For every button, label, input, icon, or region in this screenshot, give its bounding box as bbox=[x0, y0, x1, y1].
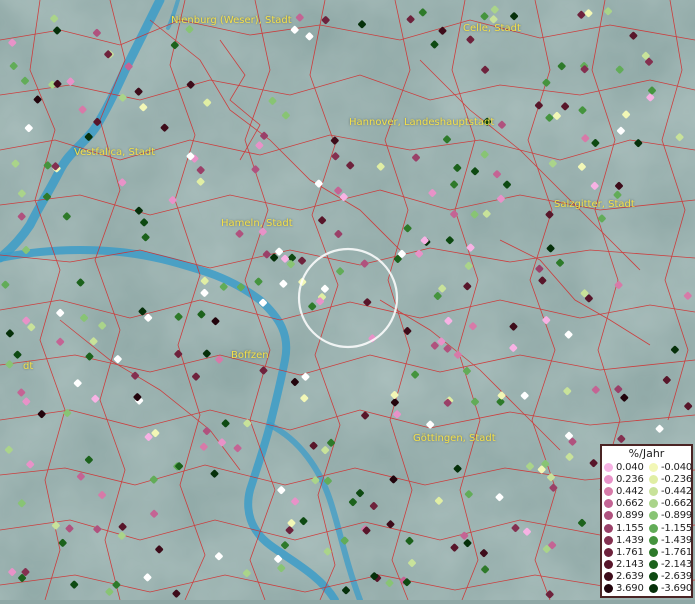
legend-entry: 1.761 bbox=[602, 547, 645, 558]
legend-entry: 0.442 bbox=[602, 486, 645, 497]
legend-value: 2.143 bbox=[616, 559, 644, 571]
legend-entry: -0.236 bbox=[647, 473, 693, 485]
legend-swatch bbox=[649, 572, 658, 582]
legend-entry: -3.690 bbox=[647, 583, 693, 595]
legend-swatch bbox=[649, 486, 658, 496]
legend-value: 2.639 bbox=[616, 571, 644, 583]
legend-row: 3.690 -3.690 bbox=[602, 583, 693, 595]
legend-swatch bbox=[604, 560, 613, 570]
legend-entry: -1.155 bbox=[647, 522, 693, 534]
city-label: Salzgitter, Stadt bbox=[554, 199, 635, 210]
legend-value: 0.662 bbox=[616, 498, 644, 510]
legend-row: 0.236 -0.236 bbox=[602, 473, 693, 485]
legend-value: -1.155 bbox=[661, 522, 693, 534]
legend-entry: 0.899 bbox=[602, 510, 645, 521]
legend-swatch bbox=[604, 511, 613, 521]
legend-swatch bbox=[649, 462, 658, 472]
legend-value: -1.439 bbox=[661, 534, 693, 546]
legend-value: 0.040 bbox=[616, 461, 644, 473]
legend-value: 1.761 bbox=[616, 546, 644, 558]
legend-entry: -1.761 bbox=[647, 546, 693, 558]
legend-title: %/Jahr bbox=[628, 447, 665, 460]
legend-row: 0.442 -0.442 bbox=[602, 485, 693, 497]
legend-entry: -0.442 bbox=[647, 485, 693, 497]
legend-swatch bbox=[604, 547, 613, 557]
legend-swatch bbox=[604, 523, 613, 533]
legend-entry: -2.143 bbox=[647, 559, 693, 571]
legend-row: 1.155 -1.155 bbox=[602, 522, 693, 534]
legend-swatch bbox=[604, 474, 613, 484]
legend-row: 2.639 -2.639 bbox=[602, 571, 693, 583]
legend-swatch bbox=[649, 535, 658, 545]
legend-entry: 0.236 bbox=[602, 474, 645, 485]
legend-entry: 3.690 bbox=[602, 583, 645, 594]
legend-value: -0.236 bbox=[661, 473, 693, 485]
legend-row: 0.040 -0.040 bbox=[602, 461, 693, 473]
legend-value: -3.690 bbox=[661, 583, 693, 595]
legend-swatch bbox=[649, 523, 658, 533]
city-label: Göttingen, Stadt bbox=[413, 433, 496, 444]
map-canvas[interactable]: Nienburg (Weser), Stadt Celle, Stadt Hanno… bbox=[0, 0, 695, 604]
legend-entry: 1.155 bbox=[602, 523, 645, 534]
legend-entry: 2.143 bbox=[602, 559, 645, 570]
city-label: Boffzen bbox=[231, 350, 269, 361]
legend-swatch bbox=[604, 535, 613, 545]
legend-value: 0.236 bbox=[616, 473, 644, 485]
legend-swatch bbox=[604, 499, 613, 509]
legend-swatch bbox=[649, 584, 658, 594]
legend-swatch bbox=[649, 511, 658, 521]
legend-row: 1.761 -1.761 bbox=[602, 546, 693, 558]
legend-value: -1.761 bbox=[661, 546, 693, 558]
legend-value: 3.690 bbox=[616, 583, 644, 595]
city-label: Nienburg (Weser), Stadt bbox=[171, 15, 292, 26]
city-label: Vestfalica, Stadt bbox=[74, 147, 156, 158]
legend-entry: 2.639 bbox=[602, 571, 645, 582]
legend-value: -0.662 bbox=[661, 498, 693, 510]
legend-swatch bbox=[604, 486, 613, 496]
legend-swatch bbox=[649, 499, 658, 509]
legend-entry: -0.662 bbox=[647, 498, 693, 510]
legend-value: -0.442 bbox=[661, 485, 693, 497]
legend-entry: -0.899 bbox=[647, 510, 693, 522]
legend-value: 0.442 bbox=[616, 485, 644, 497]
legend-row: 1.439 -1.439 bbox=[602, 534, 693, 546]
legend-swatch bbox=[604, 462, 613, 472]
legend-swatch bbox=[604, 572, 613, 582]
legend-entry: 0.040 bbox=[602, 462, 645, 473]
legend-swatch bbox=[649, 547, 658, 557]
legend-value: -2.143 bbox=[661, 559, 693, 571]
legend: %/Jahr 0.040 -0.040 0.236 -0.236 0.442 -0.442… bbox=[600, 444, 693, 598]
legend-value: -2.639 bbox=[661, 571, 693, 583]
legend-entry: -2.639 bbox=[647, 571, 693, 583]
legend-row: 0.899 -0.899 bbox=[602, 510, 693, 522]
legend-rows: 0.040 -0.040 0.236 -0.236 0.442 -0.442 0.662 -0… bbox=[602, 461, 693, 595]
legend-swatch bbox=[649, 474, 658, 484]
legend-value: 1.439 bbox=[616, 534, 644, 546]
legend-value: 1.155 bbox=[616, 522, 644, 534]
legend-swatch bbox=[604, 584, 613, 594]
legend-entry: -0.040 bbox=[647, 461, 693, 473]
legend-value: -0.899 bbox=[661, 510, 693, 522]
legend-entry: 1.439 bbox=[602, 535, 645, 546]
legend-value: -0.040 bbox=[661, 461, 693, 473]
legend-entry: 0.662 bbox=[602, 498, 645, 509]
city-label: Celle, Stadt bbox=[463, 23, 521, 34]
city-label: Hameln, Stadt bbox=[221, 218, 293, 229]
map-surface[interactable] bbox=[0, 0, 695, 604]
legend-swatch bbox=[649, 560, 658, 570]
city-label: Hannover, Landeshauptstadt bbox=[349, 117, 495, 128]
city-label: dt bbox=[23, 361, 34, 372]
legend-entry: -1.439 bbox=[647, 534, 693, 546]
legend-value: 0.899 bbox=[616, 510, 644, 522]
legend-row: 2.143 -2.143 bbox=[602, 559, 693, 571]
legend-row: 0.662 -0.662 bbox=[602, 498, 693, 510]
